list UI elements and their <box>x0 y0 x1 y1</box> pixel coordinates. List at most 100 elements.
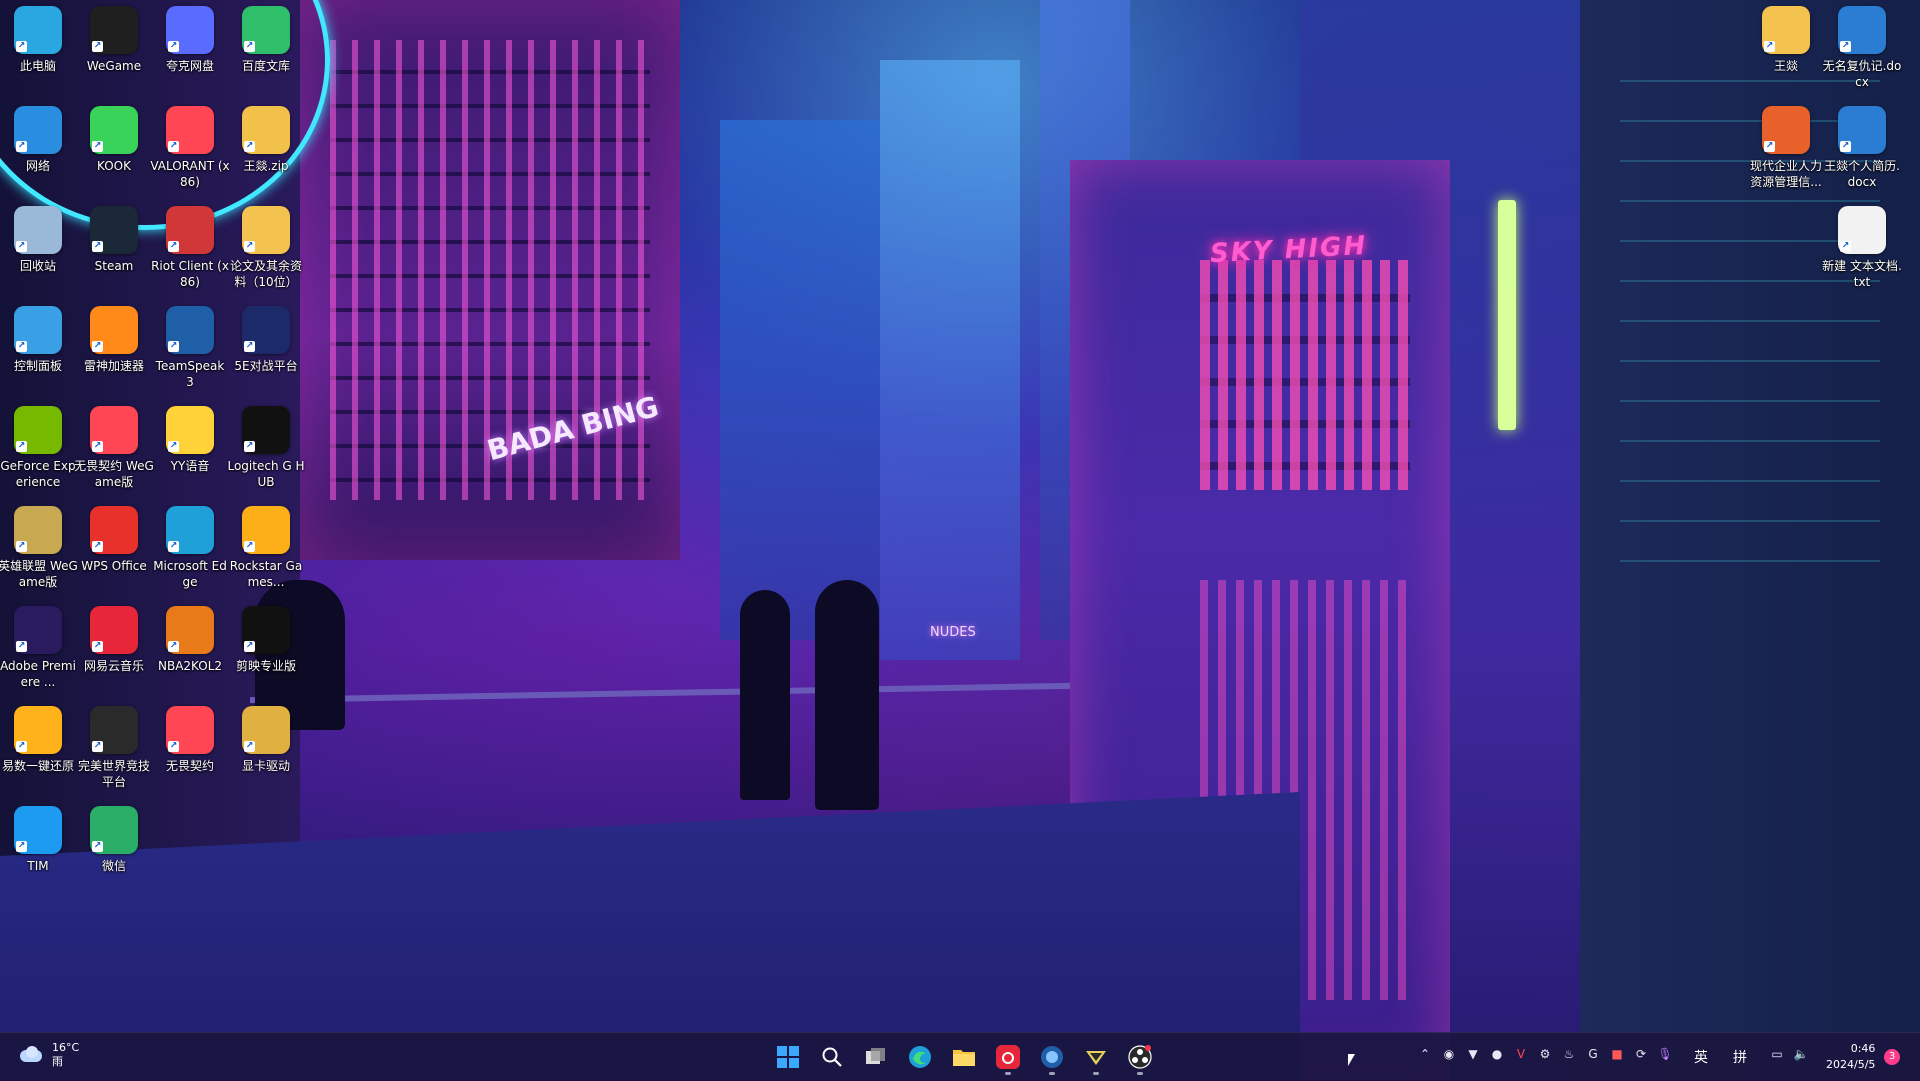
shortcut-arrow-icon: ↗ <box>168 41 179 52</box>
desktop-icon-label: WeGame <box>86 59 142 73</box>
teamspeak-icon <box>1041 1046 1063 1068</box>
tray-sync-icon[interactable]: ⟳ <box>1632 1045 1650 1063</box>
system-tray: ⌃ ◉ ▼ ● V ⚙ ♨ G ■ ⟳ 🎙 <box>1416 1045 1674 1063</box>
control-panel-icon: ↗ <box>14 306 62 354</box>
desktop-icon[interactable]: ↗ 百度文库 <box>226 6 306 74</box>
desktop-icon[interactable]: ↗ 回收站 <box>0 206 78 274</box>
task-view-button[interactable] <box>858 1039 894 1075</box>
ppt-icon: ↗ <box>1762 106 1810 154</box>
desktop-icon[interactable]: ↗ 论文及其余资料（10位） <box>226 206 306 290</box>
desktop-icon[interactable]: ↗ 剪映专业版 <box>226 606 306 674</box>
desktop-icon[interactable]: ↗ 此电脑 <box>0 6 78 74</box>
shortcut-arrow-icon: ↗ <box>168 141 179 152</box>
desktop-icon[interactable]: ↗ WPS Office <box>74 506 154 574</box>
shortcut-arrow-icon: ↗ <box>92 441 103 452</box>
desktop-icon-label: Riot Client (x86) <box>151 259 229 289</box>
taskbar-teamspeak[interactable] <box>1034 1039 1070 1075</box>
desktop-icon[interactable]: ↗ GeForce Experience <box>0 406 78 490</box>
taskbar-apps <box>770 1039 1158 1075</box>
desktop-icon[interactable]: ↗ TeamSpeak 3 <box>150 306 230 390</box>
desktop-icon[interactable]: ↗ TIM <box>0 806 78 874</box>
shortcut-arrow-icon: ↗ <box>92 541 103 552</box>
perfect-world-icon: ↗ <box>90 706 138 754</box>
desktop-icon[interactable]: ↗ 无畏契约 WeGame版 <box>74 406 154 490</box>
gpu-driver-icon: ↗ <box>242 706 290 754</box>
desktop-icon-label: Adobe Premiere ... <box>0 659 76 689</box>
riot-client-icon: ↗ <box>166 206 214 254</box>
desktop-icon[interactable]: ↗ 5E对战平台 <box>226 306 306 374</box>
desktop-icon[interactable]: ↗ KOOK <box>74 106 154 174</box>
desktop-icon[interactable]: ↗ 无名复仇记.docx <box>1822 6 1902 90</box>
desktop-icon-label: 5E对战平台 <box>234 359 298 373</box>
weather-widget[interactable]: 16°C 雨 <box>18 1041 79 1069</box>
taskbar-file-explorer[interactable] <box>946 1039 982 1075</box>
desktop-icon[interactable]: ↗ WeGame <box>74 6 154 74</box>
left-neon-building <box>300 0 680 560</box>
tray-gear-icon[interactable]: ⚙ <box>1536 1045 1554 1063</box>
desktop-icon-label: 控制面板 <box>13 359 62 373</box>
tray-valorant-icon[interactable]: V <box>1512 1045 1530 1063</box>
ime-mode[interactable]: 拼 <box>1733 1047 1747 1067</box>
desktop-icon[interactable]: ↗ 夸克网盘 <box>150 6 230 74</box>
taskbar-obs[interactable] <box>1122 1039 1158 1075</box>
network-icon: ↗ <box>14 106 62 154</box>
desktop-icon[interactable]: ↗ VALORANT (x86) <box>150 106 230 190</box>
shortcut-arrow-icon: ↗ <box>16 41 27 52</box>
tray-obs-icon[interactable]: ◉ <box>1440 1045 1458 1063</box>
chevron-up-icon[interactable]: ⌃ <box>1416 1045 1434 1063</box>
tray-microphone-icon[interactable]: 🎙 <box>1656 1045 1674 1063</box>
tray-teamspeak-icon[interactable]: ● <box>1488 1045 1506 1063</box>
desktop-icon[interactable]: ↗ Adobe Premiere ... <box>0 606 78 690</box>
taskbar-netease-music[interactable] <box>990 1039 1026 1075</box>
premiere-icon: ↗ <box>14 606 62 654</box>
desktop-icon[interactable]: ↗ 易数一键还原 <box>0 706 78 774</box>
tray-steam-icon[interactable]: ♨ <box>1560 1045 1578 1063</box>
desktop-icon[interactable]: ↗ Logitech G HUB <box>226 406 306 490</box>
nba2kol2-icon: ↗ <box>166 606 214 654</box>
desktop-icon-label: Steam <box>94 259 134 273</box>
desktop-icon[interactable]: ↗ 控制面板 <box>0 306 78 374</box>
desktop-icon[interactable]: ↗ Rockstar Games... <box>226 506 306 590</box>
ime-language[interactable]: 英 <box>1694 1047 1708 1067</box>
desktop-icon-label: GeForce Experience <box>0 459 76 489</box>
desktop-icon[interactable]: ↗ NBA2KOL2 <box>150 606 230 674</box>
edge-icon: ↗ <box>166 506 214 554</box>
start-button[interactable] <box>770 1039 806 1075</box>
desktop-icon-label: 论文及其余资料（10位） <box>229 259 302 289</box>
clock[interactable]: 0:46 2024/5/5 <box>1826 1041 1875 1073</box>
desktop-icon[interactable]: ↗ 显卡驱动 <box>226 706 306 774</box>
desktop-icon-label: NBA2KOL2 <box>157 659 223 673</box>
desktop-icon[interactable]: ↗ 完美世界竞技平台 <box>74 706 154 790</box>
notification-badge[interactable]: 3 <box>1884 1049 1900 1065</box>
kook-icon: ↗ <box>90 106 138 154</box>
desktop-icon[interactable]: ↗ 网络 <box>0 106 78 174</box>
taskbar-edge[interactable] <box>902 1039 938 1075</box>
desktop-icon[interactable]: ↗ 无畏契约 <box>150 706 230 774</box>
distant-tower <box>720 120 880 640</box>
desktop-icon[interactable]: ↗ 王燚个人简历.docx <box>1822 106 1902 190</box>
desktop-icon[interactable]: ↗ 王燚 <box>1746 6 1826 74</box>
desktop-icon[interactable]: ↗ 王燚.zip <box>226 106 306 174</box>
desktop-icon[interactable]: ↗ 网易云音乐 <box>74 606 154 674</box>
desktop-icon[interactable]: ↗ 新建 文本文档.txt <box>1822 206 1902 290</box>
shortcut-arrow-icon: ↗ <box>1764 41 1775 52</box>
tray-ghub-icon[interactable]: G <box>1584 1045 1602 1063</box>
tray-perfect-world-icon[interactable]: ▼ <box>1464 1045 1482 1063</box>
tray-riot-icon[interactable]: ■ <box>1608 1045 1626 1063</box>
desktop-icon[interactable]: ↗ 微信 <box>74 806 154 874</box>
network-icon[interactable]: ▭ <box>1768 1045 1786 1063</box>
taskbar-perfect-world[interactable] <box>1078 1039 1114 1075</box>
desktop-icon[interactable]: ↗ YY语音 <box>150 406 230 474</box>
search-button[interactable] <box>814 1039 850 1075</box>
weather-temp: 16°C <box>52 1041 80 1054</box>
desktop-icon[interactable]: ↗ Steam <box>74 206 154 274</box>
shortcut-arrow-icon: ↗ <box>168 341 179 352</box>
desktop-icon[interactable]: ↗ 雷神加速器 <box>74 306 154 374</box>
desktop-icon[interactable]: ↗ 英雄联盟 WeGame版 <box>0 506 78 590</box>
desktop-icon-label: KOOK <box>97 159 131 173</box>
desktop-icon[interactable]: ↗ Microsoft Edge <box>150 506 230 590</box>
desktop-icon[interactable]: ↗ 现代企业人力资源管理信... <box>1746 106 1826 190</box>
desktop-icon[interactable]: ↗ Riot Client (x86) <box>150 206 230 290</box>
volume-icon[interactable]: 🔈 <box>1792 1045 1810 1063</box>
shortcut-arrow-icon: ↗ <box>244 741 255 752</box>
